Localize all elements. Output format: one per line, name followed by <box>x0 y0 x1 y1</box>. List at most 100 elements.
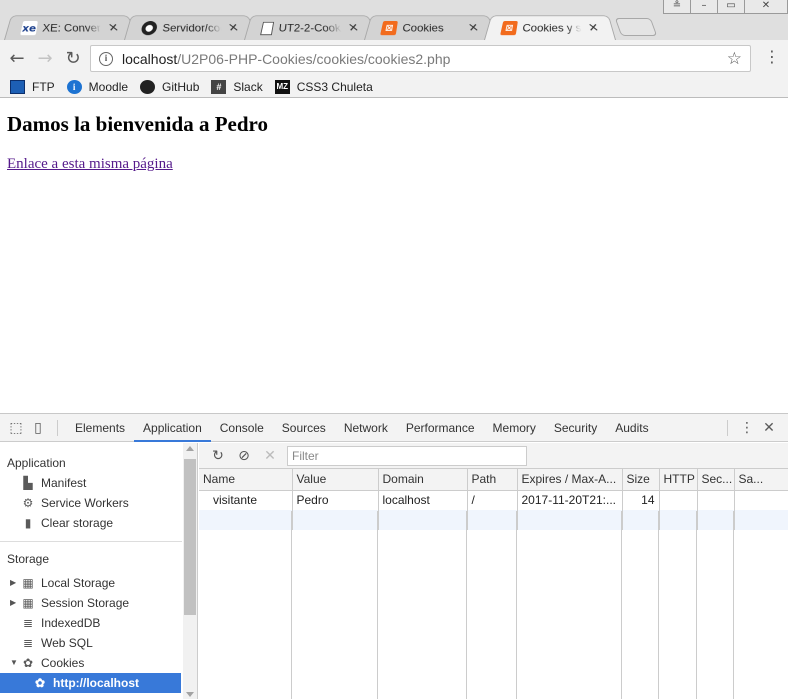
info-icon[interactable]: i <box>99 51 113 66</box>
close-window-button[interactable]: ✕ <box>744 0 788 14</box>
column-header-http[interactable]: HTTP <box>659 469 698 491</box>
ftp-icon <box>10 79 25 94</box>
cell-size: 14 <box>622 490 660 510</box>
column-divider <box>621 511 622 699</box>
sidebar-scrollbar[interactable] <box>183 443 197 699</box>
cell-secure <box>697 490 735 510</box>
bookmark-css3-chuleta[interactable]: MZ CSS3 Chuleta <box>274 79 373 94</box>
close-icon[interactable]: ✕ <box>346 21 362 34</box>
tab-sources[interactable]: Sources <box>273 414 335 442</box>
close-icon[interactable]: ✕ <box>226 21 242 34</box>
tab-title: UT2-2-Cooki <box>277 21 343 35</box>
address-bar[interactable]: i localhost/U2P06-PHP-Cookies/cookies/co… <box>90 45 751 72</box>
bookmark-star-icon[interactable]: ☆ <box>727 49 742 69</box>
xampp-icon: ⊠ <box>500 21 518 36</box>
bookmark-ftp[interactable]: FTP <box>10 79 55 94</box>
new-tab-button[interactable] <box>614 18 658 36</box>
column-header-size[interactable]: Size <box>622 469 660 491</box>
url-host: localhost <box>122 50 178 67</box>
sidebar-item-clear-storage[interactable]: ▮ Clear storage <box>0 513 197 533</box>
scroll-thumb[interactable] <box>184 459 196 615</box>
column-divider <box>377 511 378 699</box>
tab-cookies[interactable]: ⊠ Cookies ✕ <box>364 15 496 40</box>
bookmark-moodle[interactable]: i Moodle <box>66 79 129 94</box>
close-icon[interactable]: ✕ <box>466 21 482 34</box>
column-header-name[interactable]: Name <box>199 469 293 491</box>
clear-all-icon[interactable]: ⊘ <box>231 445 257 467</box>
bookmark-slack[interactable]: # Slack <box>211 79 263 94</box>
device-toggle-icon[interactable]: ▯ <box>27 417 49 439</box>
tab-audits[interactable]: Audits <box>606 414 657 442</box>
column-divider <box>466 511 467 699</box>
mz-icon: MZ <box>274 79 290 94</box>
sidebar-item-web-sql[interactable]: ≣ Web SQL <box>0 633 197 653</box>
scroll-down-icon[interactable] <box>186 692 194 697</box>
tab-servidor[interactable]: ● Servidor/coo ✕ <box>124 15 256 40</box>
sidebar-item-session-storage[interactable]: ▶ ▦ Session Storage <box>0 593 197 613</box>
sidebar-label: Local Storage <box>41 576 116 590</box>
menu-icon[interactable]: ⋮ <box>764 48 780 66</box>
forward-button[interactable]: → <box>31 44 59 72</box>
cell-name: visitante <box>199 490 293 510</box>
inspect-icon[interactable]: ⬚ <box>5 417 27 439</box>
column-divider <box>291 511 292 699</box>
tab-cookies-y-sesiones[interactable]: ⊠ Cookies y se ✕ <box>484 15 616 40</box>
cookies-toolbar: ↻ ⊘ ✕ <box>199 443 788 469</box>
tab-performance[interactable]: Performance <box>397 414 484 442</box>
sidebar-label: Manifest <box>41 476 87 490</box>
cookie-icon: ✿ <box>34 676 46 690</box>
user-icon[interactable]: ≗ <box>663 0 691 14</box>
sidebar-item-local-storage[interactable]: ▶ ▦ Local Storage <box>0 573 197 593</box>
column-header-path[interactable]: Path <box>467 469 518 491</box>
sidebar-label: Service Workers <box>41 496 129 510</box>
column-header-value[interactable]: Value <box>292 469 379 491</box>
tab-elements[interactable]: Elements <box>66 414 134 442</box>
close-icon[interactable]: ✕ <box>106 21 122 34</box>
application-sidebar: Application ▙ Manifest ⚙ Service Workers… <box>0 443 198 699</box>
sidebar-item-service-workers[interactable]: ⚙ Service Workers <box>0 493 197 513</box>
sidebar-label: http://localhost <box>53 676 139 690</box>
sidebar-item-indexeddb[interactable]: ≣ IndexedDB <box>0 613 197 633</box>
minimize-button[interactable]: – <box>690 0 718 14</box>
trash-icon: ▮ <box>24 516 32 530</box>
tab-memory[interactable]: Memory <box>484 414 545 442</box>
close-devtools-icon[interactable]: ✕ <box>758 417 780 439</box>
column-header-domain[interactable]: Domain <box>378 469 468 491</box>
column-header-secure[interactable]: Sec... <box>697 469 735 491</box>
column-divider <box>696 511 697 699</box>
tab-xe[interactable]: xe XE: Convert C ✕ <box>4 15 136 40</box>
more-options-icon[interactable]: ⋮ <box>736 417 758 439</box>
sidebar-item-cookies[interactable]: ▼ ✿ Cookies <box>0 653 197 673</box>
tab-application[interactable]: Application <box>134 414 211 442</box>
tab-security[interactable]: Security <box>545 414 606 442</box>
close-icon[interactable]: ✕ <box>586 21 602 34</box>
file-icon: ▙ <box>23 476 33 490</box>
github-icon: ● <box>140 21 158 36</box>
column-header-expires[interactable]: Expires / Max-A... <box>517 469 623 491</box>
moodle-icon: i <box>66 79 82 94</box>
refresh-icon[interactable]: ↻ <box>205 445 231 467</box>
bookmark-github[interactable]: GitHub <box>140 79 199 94</box>
reload-button[interactable]: ↻ <box>59 44 87 72</box>
bookmark-label: Moodle <box>88 79 129 94</box>
sidebar-item-manifest[interactable]: ▙ Manifest <box>0 473 197 493</box>
tab-network[interactable]: Network <box>335 414 397 442</box>
gear-icon: ⚙ <box>22 496 34 510</box>
collapse-arrow-icon[interactable]: ▼ <box>10 653 19 673</box>
tab-console[interactable]: Console <box>211 414 273 442</box>
sidebar-item-cookie-origin[interactable]: ✿ http://localhost <box>0 673 181 693</box>
tab-ut2[interactable]: UT2-2-Cooki ✕ <box>244 15 376 40</box>
scroll-up-icon[interactable] <box>186 446 194 451</box>
expand-arrow-icon[interactable]: ▶ <box>10 593 19 613</box>
column-header-samesite[interactable]: Sa... <box>734 469 788 491</box>
devtools-actions: ⋮ ✕ <box>719 417 780 439</box>
document-icon <box>260 21 275 35</box>
sidebar-label: Clear storage <box>41 516 114 530</box>
table-row[interactable]: visitante Pedro localhost / 2017-11-20T2… <box>199 490 788 510</box>
self-link[interactable]: Enlace a esta misma página <box>7 156 173 173</box>
delete-selected-icon[interactable]: ✕ <box>257 445 283 467</box>
maximize-button[interactable]: ▭ <box>717 0 745 14</box>
back-button[interactable]: ← <box>3 44 31 72</box>
filter-input[interactable] <box>287 445 527 466</box>
expand-arrow-icon[interactable]: ▶ <box>10 573 19 593</box>
